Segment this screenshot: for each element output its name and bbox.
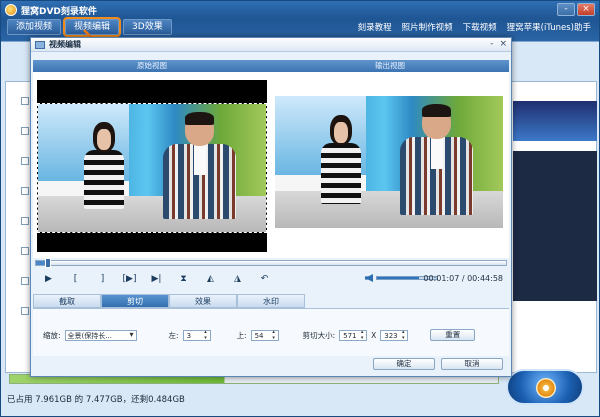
menu-template-thumbnail[interactable] (513, 101, 597, 141)
app-title: 狸窝DVD刻录软件 (21, 6, 97, 17)
list-item-checkbox[interactable] (21, 157, 29, 165)
mark-start-icon[interactable]: [ (62, 274, 89, 284)
video-frame (275, 96, 503, 228)
next-frame-icon[interactable]: ▶| (143, 274, 170, 284)
timecode: 00:01:07 / 00:44:58 (423, 274, 503, 283)
host-female (79, 121, 129, 209)
minimize-button[interactable]: - (557, 3, 575, 16)
top-label: 上: (236, 330, 247, 340)
volume-level (377, 277, 419, 279)
left-stepper[interactable]: 3 (182, 329, 211, 341)
timeline-slider[interactable] (35, 258, 507, 268)
zoom-label: 缩放: (43, 330, 61, 340)
list-item-checkbox[interactable] (21, 217, 29, 225)
playback-controls: ▶ [ ] [▶] ▶| ⧗ ◭ ◮ ↶ 00:01:07 / 00:44:58 (35, 272, 507, 286)
list-item-checkbox[interactable] (21, 307, 29, 315)
crop-params-row: 缩放: 全景(保持长... 左: 3 上: 54 剪切大小: 571 X 323… (43, 329, 476, 341)
menu-preview-panel (513, 151, 597, 301)
link-download-video[interactable]: 下载视频 (463, 21, 497, 33)
hourglass-icon[interactable]: ⧗ (170, 274, 197, 284)
dialog-footer: 确定 取消 (373, 358, 503, 370)
tab-crop[interactable]: 剪切 (101, 294, 169, 308)
link-burn-tutorial[interactable]: 刻录教程 (358, 21, 392, 33)
crop-width-stepper[interactable]: 571 (339, 329, 368, 341)
disk-info-text: 已占用 7.961GB 的 7.477GB，还剩0.484GB (7, 395, 185, 405)
app-title-bar: 狸窝DVD刻录软件 (5, 3, 97, 17)
dialog-close-button[interactable]: × (499, 39, 507, 49)
function-tabs: 截取 剪切 效果 水印 (33, 294, 509, 308)
dialog-title-bar: 视频编辑 (31, 38, 511, 52)
tab-trim[interactable]: 截取 (33, 294, 101, 308)
video-frame (38, 104, 266, 232)
tab-watermark[interactable]: 水印 (237, 294, 305, 308)
link-itunes-helper[interactable]: 狸窝苹果(iTunes)助手 (507, 21, 591, 33)
output-view (275, 96, 503, 228)
preview-area (33, 72, 509, 258)
view-headers: 原始视图 输出视图 (33, 60, 509, 72)
dialog-title: 视频编辑 (49, 40, 81, 49)
list-item-checkbox[interactable] (21, 277, 29, 285)
crop-frame[interactable] (37, 103, 267, 233)
top-stepper[interactable]: 54 (250, 329, 279, 341)
tab-add-video[interactable]: 添加视频 (7, 19, 62, 35)
dialog-window-controls: - × (490, 39, 507, 49)
cancel-button[interactable]: 取消 (441, 358, 503, 370)
video-edit-icon (35, 40, 45, 49)
list-item-checkbox[interactable] (21, 187, 29, 195)
ok-button[interactable]: 确定 (373, 358, 435, 370)
undo-icon[interactable]: ↶ (251, 274, 278, 284)
crop-params-panel: 缩放: 全景(保持长... 左: 3 上: 54 剪切大小: 571 X 323… (33, 308, 509, 356)
flip-right-icon[interactable]: ◮ (224, 274, 251, 284)
list-item-checkbox[interactable] (21, 127, 29, 135)
timeline-handle[interactable] (44, 258, 51, 268)
disc-icon (536, 378, 556, 398)
list-item-checkbox[interactable] (21, 247, 29, 255)
host-female (316, 114, 366, 205)
size-separator: X (371, 330, 377, 340)
list-item-checkbox[interactable] (21, 97, 29, 105)
tab-effect[interactable]: 效果 (169, 294, 237, 308)
main-links: 刻录教程 照片制作视频 下载视频 狸窝苹果(iTunes)助手 (358, 21, 591, 33)
original-view (37, 80, 267, 252)
flip-left-icon[interactable]: ◭ (197, 274, 224, 284)
speaker-icon[interactable] (365, 274, 373, 282)
dialog-minimize-button[interactable]: - (490, 39, 493, 49)
zoom-select[interactable]: 全景(保持长... (64, 329, 137, 341)
app-logo-icon (5, 4, 17, 16)
video-edit-dialog: 视频编辑 - × 原始视图 输出视图 ▶ [] [▶] ▶| ⧗ ◭ ◮ ↶ … (30, 37, 512, 377)
play-icon[interactable]: ▶ (35, 274, 62, 284)
left-label: 左: (168, 330, 179, 340)
reset-button[interactable]: 重置 (430, 329, 476, 341)
output-view-header: 输出视图 (375, 61, 405, 70)
original-view-header: 原始视图 (137, 61, 167, 70)
play-selection-icon[interactable]: [▶] (116, 274, 143, 284)
burn-button[interactable] (506, 369, 584, 405)
crop-size-label: 剪切大小: (302, 330, 336, 340)
mark-end-icon[interactable]: ] (89, 274, 116, 284)
host-male (163, 112, 237, 220)
link-photo-video[interactable]: 照片制作视频 (402, 21, 453, 33)
close-button[interactable]: × (577, 3, 595, 16)
crop-height-stepper[interactable]: 323 (380, 329, 409, 341)
main-window-controls: - × (557, 3, 595, 16)
host-male (400, 104, 474, 215)
